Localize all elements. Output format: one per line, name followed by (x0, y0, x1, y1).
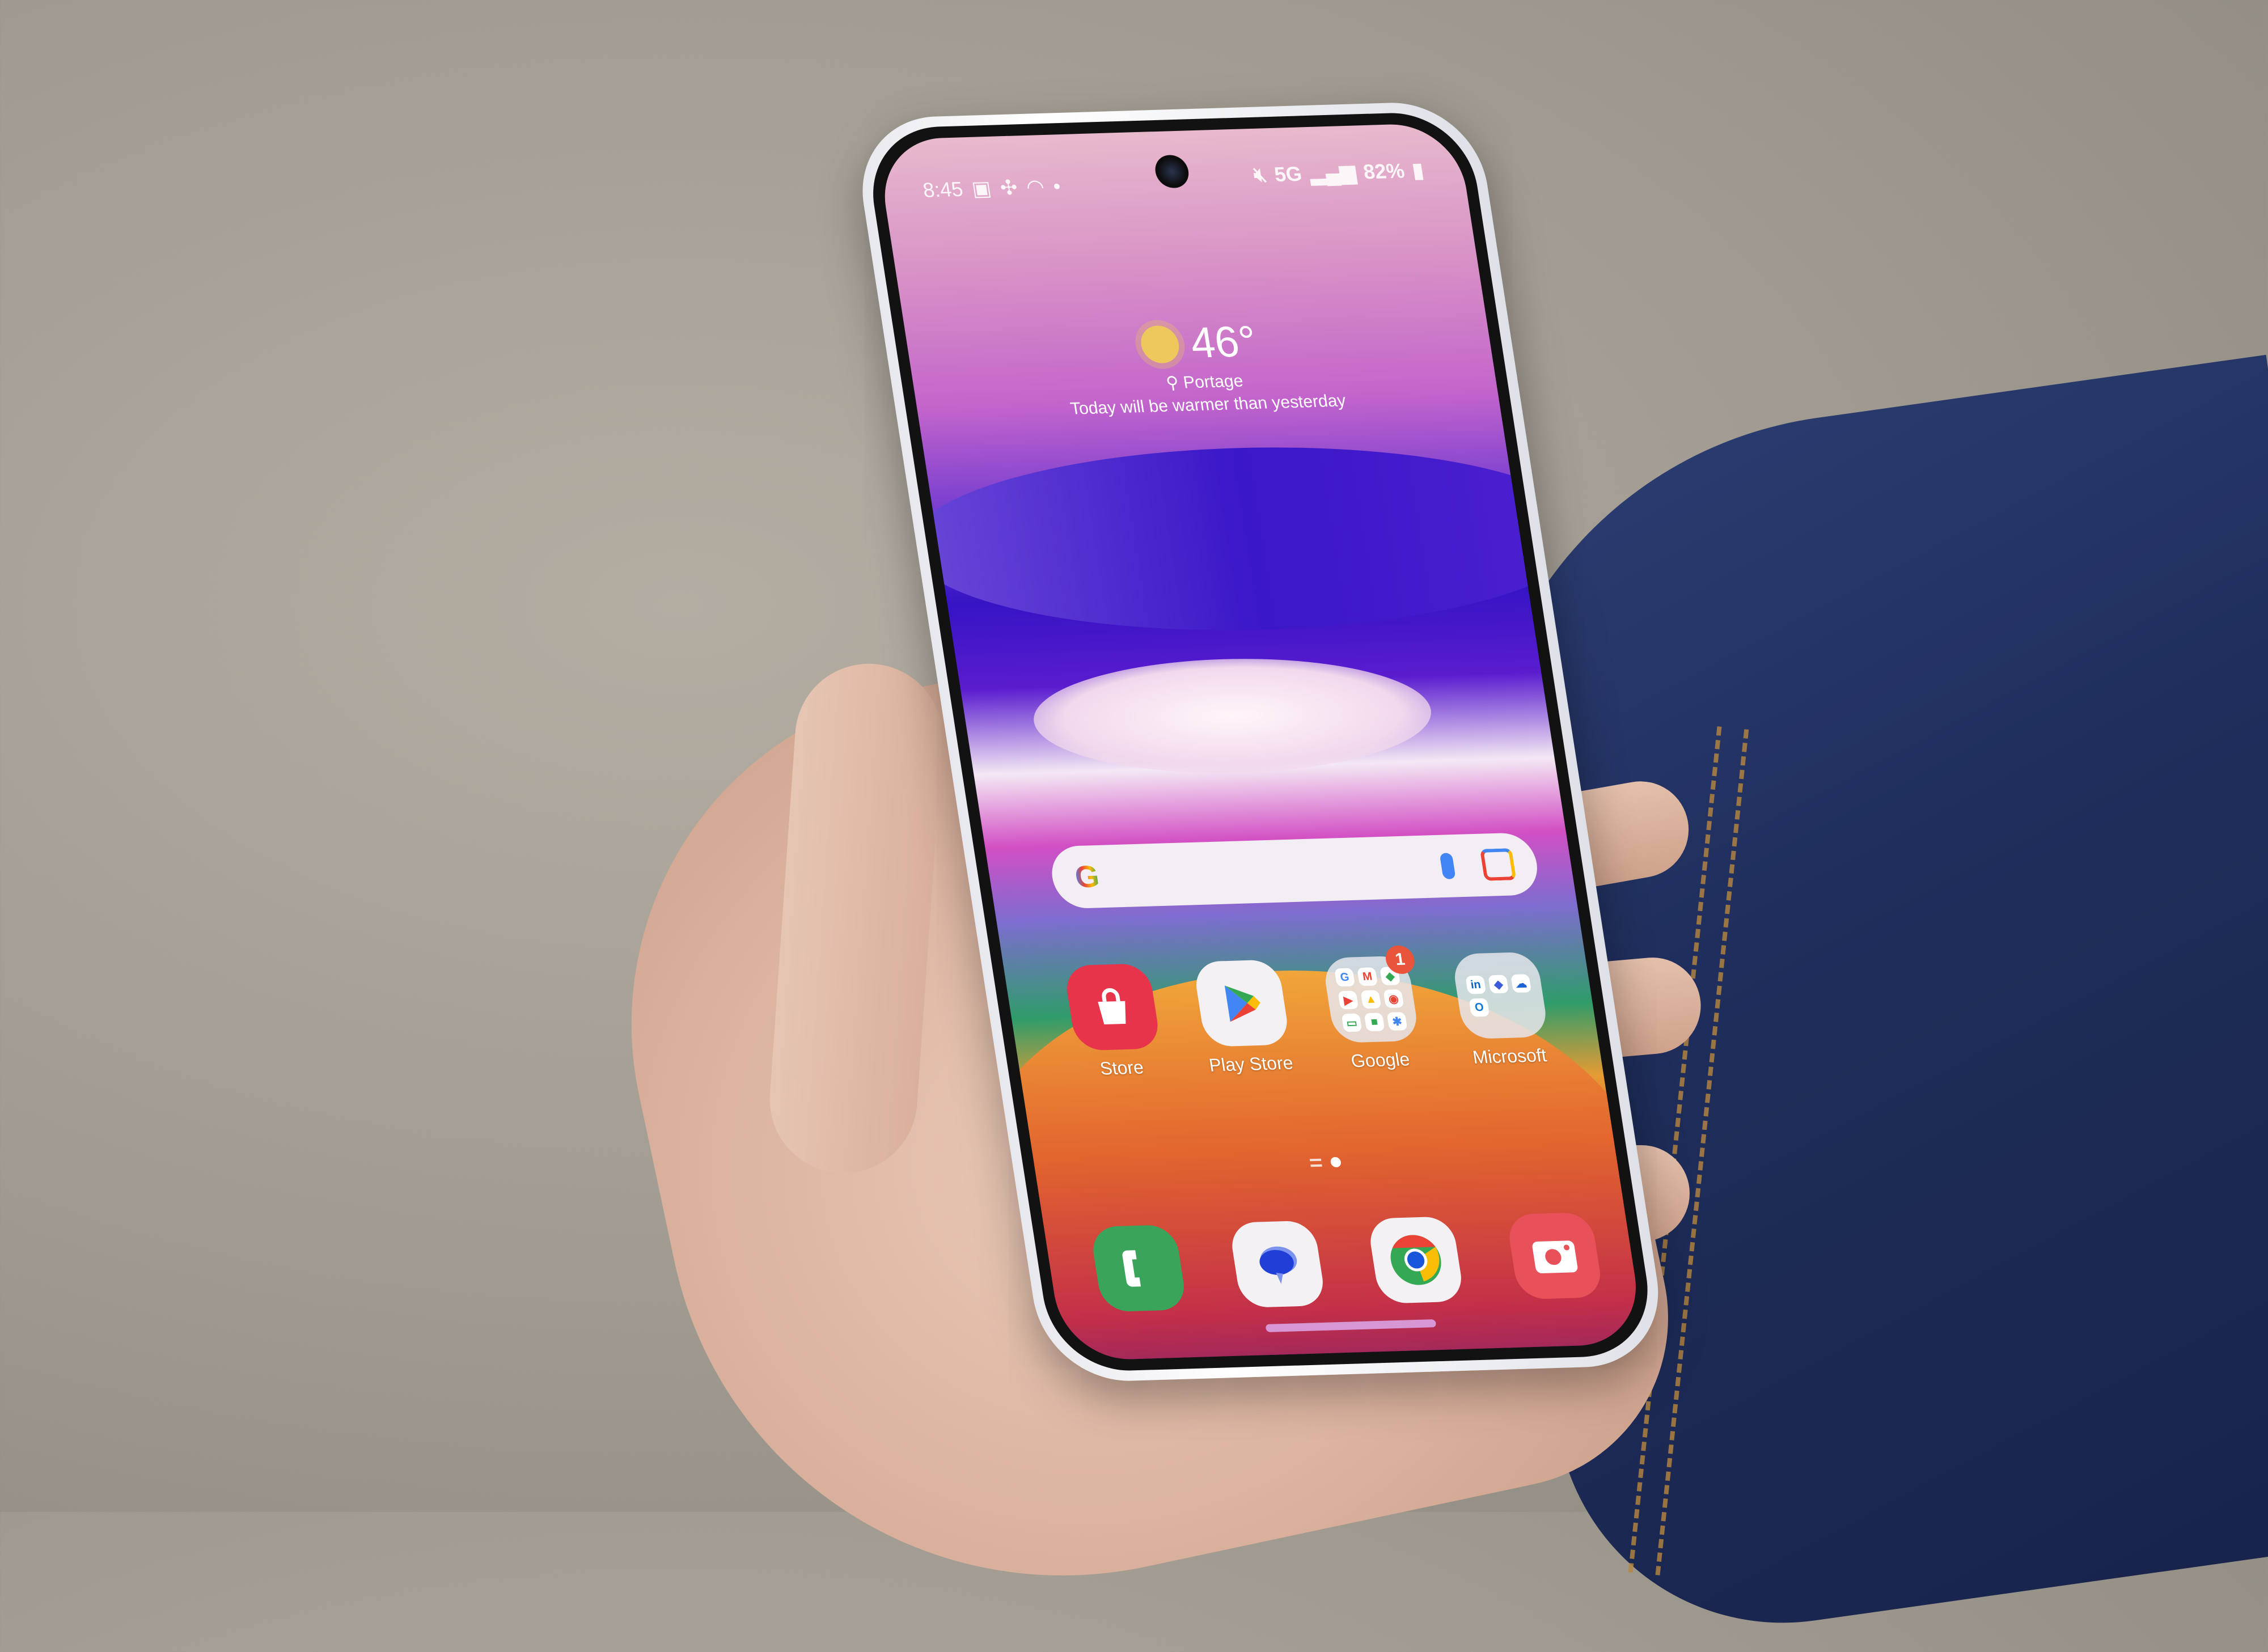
battery-percent: 82% (1361, 158, 1406, 183)
network-type: 5G (1272, 162, 1304, 186)
google-icon: G (1334, 968, 1356, 987)
folder-google[interactable]: G M ◆ ▶ ▲ ◉ ▭ ■ ✱ 1 Google (1308, 945, 1438, 1073)
app-play-store[interactable]: Play Store (1178, 959, 1309, 1077)
tv-icon: ▭ (1341, 1013, 1363, 1032)
clock: 8:45 (921, 177, 965, 202)
google-logo-icon: G (1072, 859, 1102, 895)
app-label: Store (1098, 1057, 1145, 1079)
page-dot (1330, 1157, 1342, 1168)
shopping-bag-icon (1063, 963, 1162, 1051)
youtube-icon: ▶ (1338, 990, 1359, 1010)
pinwheel-icon: ✣ (998, 175, 1019, 200)
home-app-row: Store Play Store G M ◆ ▶ ▲ ◉ ▭ ■ ✱ 1 Goo… (1049, 945, 1568, 1081)
onedrive-icon: ☁ (1510, 974, 1532, 993)
app-label: Google (1349, 1049, 1411, 1071)
folder-microsoft[interactable]: in ◆ ☁ O Microsoft (1437, 951, 1568, 1069)
linkedin-icon: in (1465, 975, 1487, 994)
camera-icon[interactable] (1505, 1212, 1604, 1300)
app-label: Microsoft (1471, 1044, 1548, 1068)
temperature: 46° (1187, 317, 1260, 367)
signal-icon: ▂▄▆ (1308, 160, 1357, 185)
play-store-icon (1192, 959, 1291, 1047)
teams-icon: ▣ (970, 176, 993, 201)
app-store[interactable]: Store (1049, 963, 1180, 1080)
wifi-icon: ◠ (1025, 175, 1046, 199)
dot-icon: • (1051, 174, 1063, 198)
messages-icon[interactable] (1228, 1220, 1327, 1308)
sun-icon (1138, 325, 1182, 364)
dock (1089, 1212, 1604, 1312)
phone-icon[interactable] (1089, 1224, 1188, 1312)
gmail-icon: M (1357, 967, 1378, 986)
outlook-icon: O (1469, 998, 1490, 1017)
youtube-music-icon: ◉ (1383, 989, 1404, 1009)
wallpaper-wave (1025, 653, 1440, 779)
google-lens-icon[interactable] (1479, 848, 1517, 881)
location-name: Portage (1182, 371, 1245, 392)
meet-icon: ■ (1364, 1013, 1385, 1032)
drive-icon: ▲ (1360, 990, 1382, 1009)
folder-icon: G M ◆ ▶ ▲ ◉ ▭ ■ ✱ 1 (1322, 945, 1420, 1044)
location-pin-icon: ⚲ (1165, 373, 1180, 393)
app-label: Play Store (1207, 1052, 1295, 1075)
search-input[interactable] (1099, 866, 1441, 876)
folder-icon: in ◆ ☁ O (1451, 951, 1550, 1040)
photos-icon: ✱ (1386, 1012, 1408, 1031)
chrome-icon[interactable] (1366, 1216, 1466, 1304)
home-page-indicator (1309, 1158, 1322, 1167)
copilot-icon: ◆ (1488, 975, 1509, 994)
battery-icon: ▮ (1410, 158, 1425, 182)
wallpaper-wave (896, 438, 1605, 640)
weather-widget[interactable]: 46° ⚲ Portage Today will be warmer than … (904, 310, 1500, 423)
microphone-icon[interactable] (1439, 853, 1456, 879)
status-bar[interactable]: 8:45 ▣ ✣ ◠ • 🔇︎ 5G ▂▄▆ 82% ▮ (921, 158, 1428, 213)
mute-icon: 🔇︎ (1251, 162, 1268, 187)
google-search-bar[interactable]: G (1047, 832, 1542, 909)
